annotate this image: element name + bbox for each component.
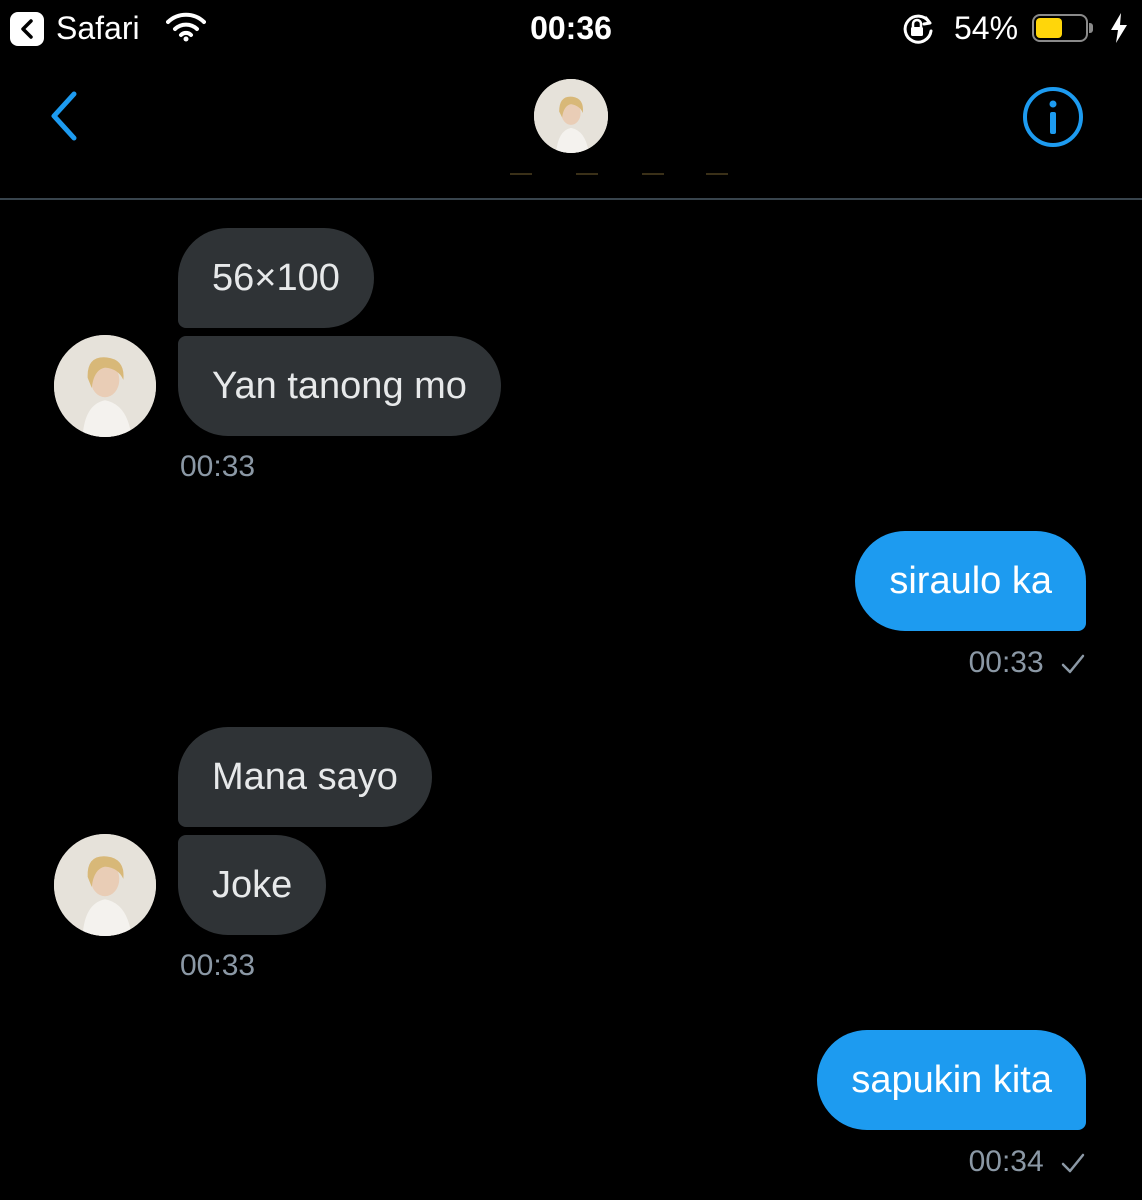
avatar-photo bbox=[534, 79, 608, 153]
outgoing-message-bubble[interactable]: siraulo ka bbox=[855, 531, 1086, 631]
message-timestamp: 00:34 bbox=[968, 1145, 1044, 1178]
sender-avatar[interactable] bbox=[54, 335, 156, 437]
chevron-left-icon[interactable] bbox=[46, 90, 82, 142]
incoming-message-bubble[interactable]: Yan tanong mo bbox=[178, 336, 501, 436]
check-icon bbox=[1061, 654, 1085, 674]
battery-percentage: 54% bbox=[954, 10, 1019, 46]
message-timestamp-row: 00:34 bbox=[969, 1145, 1086, 1179]
avatar-photo bbox=[54, 834, 156, 936]
contact-avatar[interactable] bbox=[534, 79, 608, 153]
message-timestamp-row: 00:33 bbox=[969, 646, 1086, 680]
message-timestamp: 00:33 bbox=[180, 949, 256, 982]
conversation-header bbox=[0, 60, 1142, 200]
incoming-message-bubble[interactable]: Joke bbox=[178, 835, 327, 935]
incoming-message-bubble[interactable]: Mana sayo bbox=[178, 727, 432, 827]
info-icon[interactable] bbox=[1022, 86, 1084, 148]
check-icon bbox=[1061, 1153, 1085, 1173]
message-timestamp: 00:33 bbox=[180, 450, 256, 483]
message-timestamp: 00:33 bbox=[968, 646, 1044, 679]
battery-icon bbox=[1032, 14, 1093, 44]
contact-name-redacted bbox=[510, 173, 730, 177]
rotation-lock-icon bbox=[903, 14, 933, 44]
incoming-message-bubble[interactable]: 56×100 bbox=[178, 228, 374, 328]
charging-bolt-icon bbox=[1111, 13, 1127, 43]
status-bar: Safari 00:36 54% bbox=[0, 0, 1142, 60]
outgoing-message-bubble[interactable]: sapukin kita bbox=[817, 1030, 1086, 1130]
avatar-photo bbox=[54, 335, 156, 437]
sender-avatar[interactable] bbox=[54, 834, 156, 936]
